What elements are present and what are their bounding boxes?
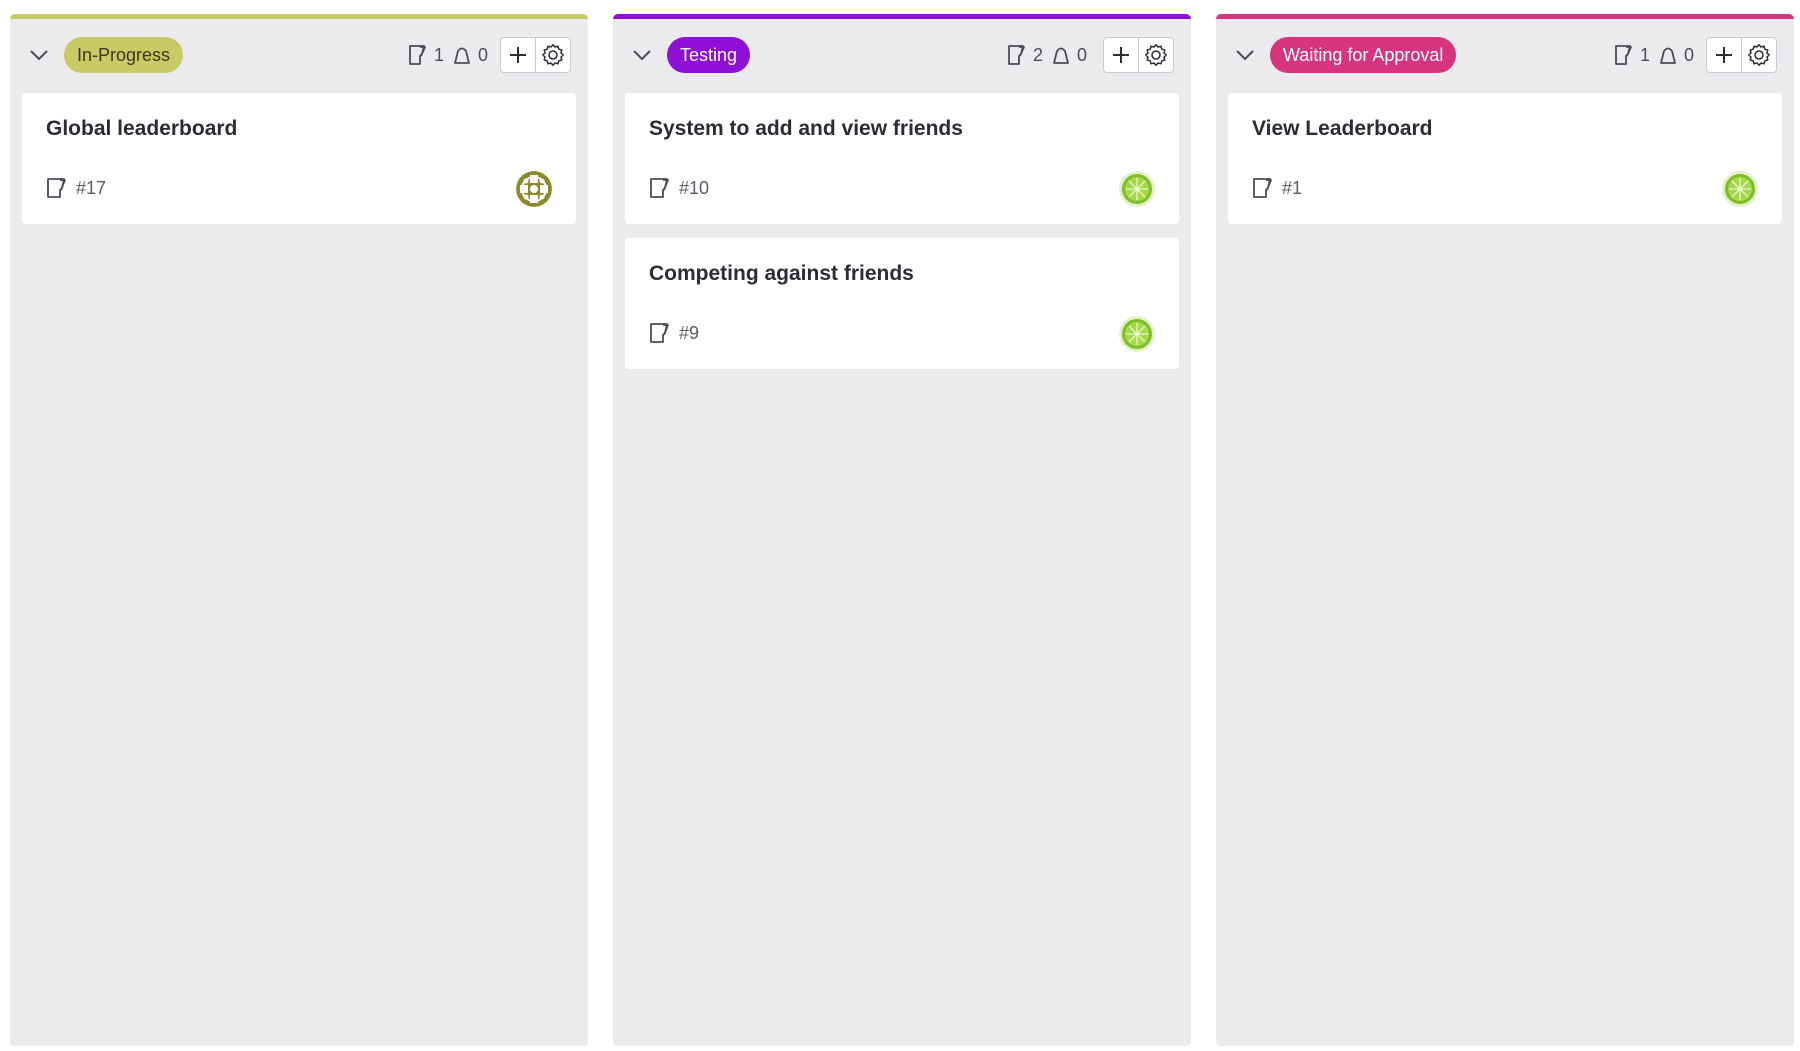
card-title: System to add and view friends: [649, 117, 963, 140]
chevron-down-icon[interactable]: [629, 42, 655, 68]
column-header: Testing 2 0: [613, 36, 1191, 74]
user-story-icon: [1252, 177, 1274, 199]
story-count: 1: [434, 44, 445, 65]
plus-icon: [1714, 45, 1734, 65]
kanban-board: In-Progress 1 0 Global leaderboard #17 T…: [0, 0, 1800, 1051]
column-settings-button[interactable]: [535, 38, 570, 72]
column-header: Waiting for Approval 1 0: [1216, 36, 1794, 74]
task-icon: [452, 45, 472, 65]
user-story-icon: [408, 44, 428, 66]
card-ref[interactable]: #17: [76, 178, 106, 199]
column-actions: [1103, 37, 1174, 73]
column-in-progress: In-Progress 1 0 Global leaderboard #17: [10, 14, 588, 1046]
status-tag[interactable]: Testing: [667, 37, 751, 73]
column-counts: 1 0: [1614, 42, 1694, 68]
story-count: 1: [1640, 44, 1651, 65]
lime-avatar[interactable]: [1722, 171, 1758, 207]
card-meta: #1: [1252, 177, 1302, 199]
task-count: 0: [1077, 44, 1088, 65]
task-count: 0: [478, 44, 489, 65]
task-icon: [1051, 45, 1071, 65]
user-story-icon: [649, 322, 671, 344]
story-card[interactable]: Competing against friends #9: [625, 238, 1179, 369]
add-card-button[interactable]: [1104, 38, 1138, 72]
user-story-icon: [1614, 44, 1634, 66]
column-color-bar: [613, 14, 1191, 19]
gear-icon: [541, 43, 565, 67]
column-color-bar: [1216, 14, 1794, 19]
story-card[interactable]: Global leaderboard #17: [22, 93, 576, 224]
card-meta: #9: [649, 322, 699, 344]
user-story-icon: [649, 177, 671, 199]
card-title: Competing against friends: [649, 262, 914, 285]
column-counts: 1 0: [408, 42, 488, 68]
status-tag[interactable]: In-Progress: [64, 37, 184, 73]
card-ref[interactable]: #10: [679, 178, 709, 199]
lime-avatar[interactable]: [1119, 171, 1155, 207]
card-ref[interactable]: #1: [1282, 178, 1302, 199]
lime-avatar[interactable]: [1119, 316, 1155, 352]
card-ref[interactable]: #9: [679, 323, 699, 344]
task-icon: [1658, 45, 1678, 65]
add-card-button[interactable]: [501, 38, 535, 72]
gear-icon: [1747, 43, 1771, 67]
story-card[interactable]: System to add and view friends #10: [625, 93, 1179, 224]
plus-icon: [1111, 45, 1131, 65]
column-actions: [1706, 37, 1777, 73]
olive-pattern-avatar[interactable]: [516, 171, 552, 207]
card-meta: #10: [649, 177, 709, 199]
story-count: 2: [1033, 44, 1044, 65]
user-story-icon: [46, 177, 68, 199]
story-card[interactable]: View Leaderboard #1: [1228, 93, 1782, 224]
task-count: 0: [1684, 44, 1695, 65]
column-counts: 2 0: [1007, 42, 1087, 68]
add-card-button[interactable]: [1707, 38, 1741, 72]
status-tag[interactable]: Waiting for Approval: [1270, 37, 1457, 73]
chevron-down-icon[interactable]: [1232, 42, 1258, 68]
column-header: In-Progress 1 0: [10, 36, 588, 74]
card-title: View Leaderboard: [1252, 117, 1433, 140]
column-waiting-for-approval: Waiting for Approval 1 0 View Leaderboar…: [1216, 14, 1794, 1046]
column-testing: Testing 2 0 System to add and view frien…: [613, 14, 1191, 1046]
column-settings-button[interactable]: [1138, 38, 1173, 72]
user-story-icon: [1007, 44, 1027, 66]
column-actions: [500, 37, 571, 73]
card-meta: #17: [46, 177, 106, 199]
card-title: Global leaderboard: [46, 117, 238, 140]
column-color-bar: [10, 14, 588, 19]
plus-icon: [508, 45, 528, 65]
chevron-down-icon[interactable]: [26, 42, 52, 68]
gear-icon: [1144, 43, 1168, 67]
column-settings-button[interactable]: [1741, 38, 1776, 72]
